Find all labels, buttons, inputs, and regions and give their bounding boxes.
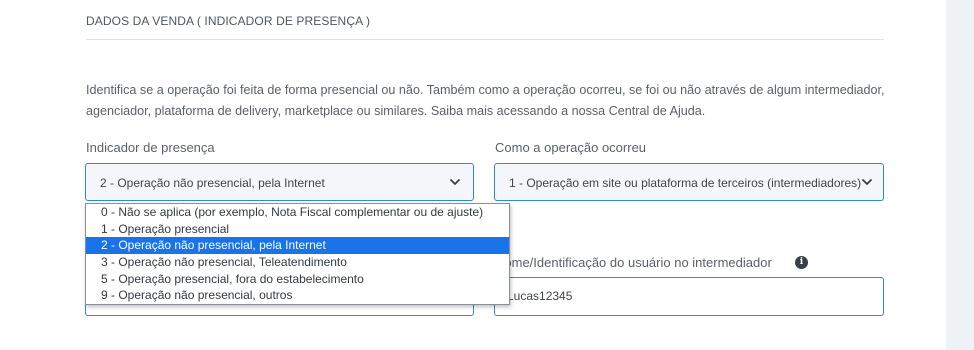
divider (86, 39, 884, 40)
dropdown-option[interactable]: 5 - Operação presencial, fora do estabel… (86, 271, 509, 288)
chevron-down-icon (450, 179, 460, 185)
info-icon[interactable]: i (795, 256, 808, 269)
intermediary-user-input[interactable]: Lucas12345 (494, 277, 884, 316)
presence-indicator-label: Indicador de presença (86, 140, 215, 155)
chevron-down-icon (862, 179, 872, 185)
presence-indicator-value: 2 - Operação não presencial, pela Intern… (100, 176, 325, 190)
operation-mode-value: 1 - Operação em site ou plataforma de te… (509, 176, 862, 190)
dropdown-option[interactable]: 0 - Não se aplica (por exemplo, Nota Fis… (86, 204, 509, 221)
section-title: DADOS DA VENDA ( INDICADOR DE PRESENÇA ) (86, 14, 371, 28)
presence-indicator-dropdown: 0 - Não se aplica (por exemplo, Nota Fis… (85, 203, 510, 305)
dropdown-option[interactable]: 9 - Operação não presencial, outros (86, 287, 509, 304)
dropdown-option[interactable]: 1 - Operação presencial (86, 221, 509, 238)
operation-mode-label: Como a operação ocorreu (495, 140, 647, 155)
operation-mode-select[interactable]: 1 - Operação em site ou plataforma de te… (494, 163, 884, 201)
intermediary-user-label: Nome/Identificação do usuário no interme… (495, 255, 772, 270)
dropdown-option[interactable]: 3 - Operação não presencial, Teleatendim… (86, 254, 509, 271)
section-description: Identifica se a operação foi feita de fo… (86, 83, 885, 118)
dropdown-option-selected[interactable]: 2 - Operação não presencial, pela Intern… (86, 237, 509, 255)
presence-indicator-select[interactable]: 2 - Operação não presencial, pela Intern… (85, 163, 474, 201)
